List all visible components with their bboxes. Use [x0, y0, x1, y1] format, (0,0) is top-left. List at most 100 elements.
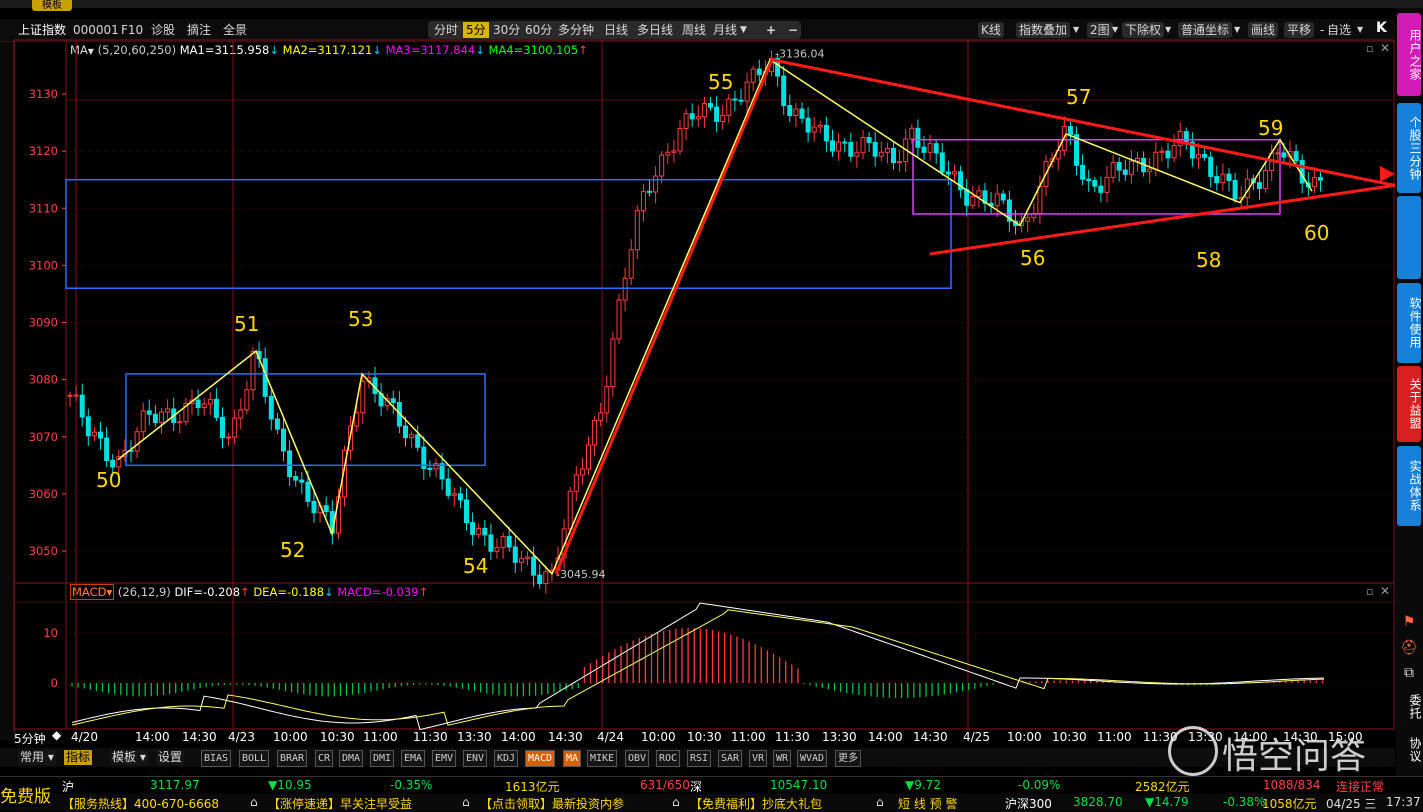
- crop-icon[interactable]: ⧉: [1399, 665, 1419, 685]
- candle-body: [653, 175, 659, 193]
- candle-body: [1110, 162, 1116, 178]
- indicator-tab-23[interactable]: WVAD: [797, 750, 828, 767]
- indicator-tab-9[interactable]: DMI: [370, 750, 395, 767]
- candle-body: [232, 417, 238, 438]
- candle-body: [1086, 178, 1092, 182]
- x-tick-label: 11:00: [731, 730, 766, 744]
- candle-body: [573, 474, 579, 492]
- sidebar-entrust[interactable]: 委托: [1397, 687, 1422, 727]
- alert-icon[interactable]: ⚑: [1399, 614, 1419, 634]
- candle-body: [1080, 164, 1086, 180]
- candle-body: [1098, 185, 1104, 193]
- candle-body: [1208, 156, 1214, 177]
- candle-body: [1293, 151, 1299, 162]
- candle-body: [1196, 154, 1201, 159]
- candle-body: [98, 431, 103, 439]
- candle-body: [311, 500, 317, 514]
- candle-body: [488, 534, 494, 552]
- sidebar-combat-system[interactable]: 实战体系: [1397, 446, 1422, 526]
- candle-body: [79, 394, 85, 418]
- candle-body: [518, 558, 524, 563]
- candle-body: [756, 68, 762, 76]
- indicator-tab-15[interactable]: MA: [563, 750, 582, 767]
- house-icon-2: ⌂: [462, 795, 470, 809]
- high-price-mark: -3136.04: [775, 48, 824, 61]
- indicator-tab-2[interactable]: 模板 ▾: [110, 750, 148, 765]
- indicator-tab-22[interactable]: WR: [773, 750, 792, 767]
- hs300-amount: 1058亿元: [1262, 797, 1317, 811]
- x-tick-label: 14:30: [1283, 730, 1318, 744]
- candle-body: [878, 151, 884, 157]
- candle-body: [1067, 126, 1073, 136]
- wave-label-51: 51: [234, 312, 259, 336]
- indicator-tab-11[interactable]: EMV: [432, 750, 457, 767]
- indicator-tabs-row: 常用 ▾ 指标 模板 ▾ 设置 BIAS BOLL BRAR CR DMA DMI EMA EMV EN…: [0, 748, 1395, 767]
- trend-arrow-icon: [1380, 166, 1395, 182]
- candle-body: [610, 338, 616, 388]
- sidebar-blank[interactable]: [1397, 196, 1421, 279]
- person-icon[interactable]: ⛑: [1399, 640, 1419, 660]
- x-tick-label: 14:00: [135, 730, 170, 744]
- ticker-item-claim[interactable]: 【点击领取】最新投资内参: [480, 795, 624, 812]
- x-tick-label: 4/25: [963, 730, 990, 744]
- sidebar-user-home[interactable]: 用户之家: [1397, 13, 1422, 96]
- candle-body: [970, 196, 976, 206]
- indicator-tab-17[interactable]: OBV: [625, 750, 650, 767]
- axis-scroll-icon[interactable]: ◆: [52, 728, 61, 742]
- indicator-tab-5[interactable]: BOLL: [239, 750, 270, 767]
- indicator-tab-20[interactable]: SAR: [718, 750, 743, 767]
- candle-body: [933, 143, 939, 154]
- candle-body: [457, 493, 463, 501]
- candle-body: [1037, 185, 1043, 214]
- ticker-item-hotline[interactable]: 【服务热线】400-670-6668: [62, 795, 219, 812]
- candle-body: [677, 127, 683, 152]
- indicator-tab-7[interactable]: CR: [315, 750, 334, 767]
- candle-body: [799, 108, 805, 119]
- candle-body: [427, 467, 433, 470]
- house-icon-1: ⌂: [250, 795, 258, 809]
- ticker-item-welfare[interactable]: 【免费福利】抄底大礼包: [690, 795, 822, 812]
- indicator-tab-21[interactable]: VR: [749, 750, 768, 767]
- indicator-tab-0[interactable]: 常用 ▾: [18, 750, 56, 765]
- sz-pct: -0.09%: [1018, 778, 1061, 792]
- candle-body: [927, 143, 933, 153]
- indicator-tab-24[interactable]: 更多: [835, 750, 861, 767]
- x-tick-label: 11:30: [775, 730, 810, 744]
- candle-body: [836, 141, 842, 152]
- candle-body: [744, 81, 750, 102]
- indicator-tab-3[interactable]: 设置: [156, 750, 185, 765]
- sidebar-about-emoney[interactable]: 关于益盟: [1397, 366, 1422, 442]
- candle-body: [140, 410, 146, 433]
- indicator-tab-6[interactable]: BRAR: [277, 750, 308, 767]
- wave-label-54: 54: [463, 554, 488, 578]
- free-version-label[interactable]: 免费版: [0, 782, 51, 807]
- indicator-tab-1[interactable]: 指标: [64, 750, 93, 765]
- candle-body: [1165, 150, 1171, 159]
- candle-body: [433, 463, 439, 470]
- ticker-item-limitup[interactable]: 【涨停速递】早关注早受益: [268, 795, 412, 812]
- sidebar-protocol[interactable]: 协议: [1397, 730, 1422, 770]
- indicator-tab-12[interactable]: ENV: [463, 750, 488, 767]
- candle-body: [1135, 157, 1140, 162]
- sidebar-stock-3min[interactable]: 个股三分钟: [1397, 103, 1422, 193]
- short-alert-label[interactable]: 短 线 预 警: [898, 795, 957, 812]
- candle-body: [598, 412, 604, 421]
- indicator-tab-14[interactable]: MACD: [525, 750, 556, 767]
- sidebar-software-use[interactable]: 软件使用: [1397, 283, 1422, 363]
- candle-body: [1214, 175, 1220, 184]
- candle-body: [360, 381, 366, 414]
- indicator-tab-16[interactable]: MIKE: [587, 750, 618, 767]
- house-icon-4: ⌂: [876, 795, 884, 809]
- indicator-tab-19[interactable]: RSI: [687, 750, 712, 767]
- house-icon-3: ⌂: [672, 795, 680, 809]
- x-tick-label: 13:30: [457, 730, 492, 744]
- indicator-tab-10[interactable]: EMA: [401, 750, 426, 767]
- candlestick-chart[interactable]: 3050 3060 3070 3080 3090 3100 3110 3120 3130 -313…: [0, 0, 1395, 748]
- y-tick-label: 3080: [29, 373, 58, 387]
- candle-body: [1318, 177, 1323, 181]
- indicator-tab-18[interactable]: ROC: [656, 750, 681, 767]
- candle-body: [238, 409, 244, 419]
- indicator-tab-4[interactable]: BIAS: [201, 750, 232, 767]
- indicator-tab-13[interactable]: KDJ: [494, 750, 519, 767]
- indicator-tab-8[interactable]: DMA: [339, 750, 364, 767]
